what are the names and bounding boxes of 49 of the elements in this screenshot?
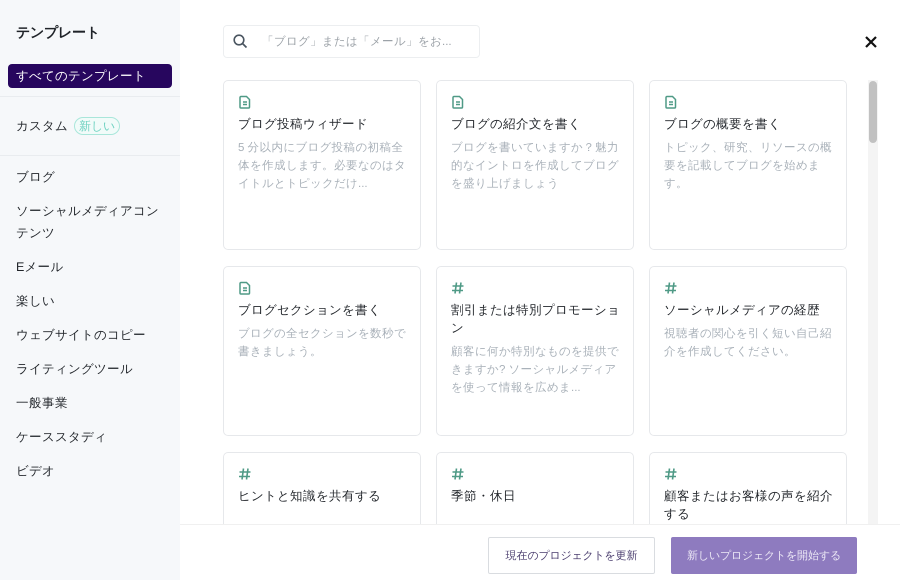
document-icon [238,95,252,109]
template-card[interactable]: ブログの紹介文を書く ブログを書いていますか？魅力的なイントロを作成してブログを盛り上げましょう [436,80,634,250]
sidebar-item[interactable]: ケーススタディ [8,420,172,454]
card-title: ブログの概要を書く [664,116,782,133]
sidebar-item[interactable]: 一般事業 [8,386,172,420]
card-description: トピック、研究、リソースの概要を記載してブログを始めます。 [664,140,833,192]
sidebar-item[interactable]: ソーシャルメディアコンテンツ [8,194,172,250]
card-title: ヒントと知識を共有する [238,488,382,505]
hashtag-icon [664,467,678,481]
document-icon [664,95,678,109]
sidebar-item[interactable]: Eメール [8,250,172,284]
document-icon [451,95,465,109]
search-field[interactable]: 「ブログ」または「メール」をお... [223,25,480,58]
template-card[interactable]: ヒントと知識を共有する [223,452,421,524]
card-description: ブログを書いていますか？魅力的なイントロを作成してブログを盛り上げましょう [451,140,620,192]
sidebar-item[interactable]: すべてのテンプレート [8,64,172,88]
card-title: ブログ投稿ウィザード [238,116,369,133]
template-card[interactable]: ブログの概要を書く トピック、研究、リソースの概要を記載してブログを始めます。 [649,80,847,250]
sidebar-title: テンプレート [15,23,101,42]
new-badge: 新しい [74,117,120,135]
card-description: 顧客に何か特別なものを提供できますか? ソーシャルメディアを使って情報を広めま... [451,344,620,396]
template-card[interactable]: ブログセクションを書く ブログの全セクションを数秒で書きましょう。 [223,266,421,436]
hashtag-icon [664,281,678,295]
template-card[interactable]: 割引または特別プロモーション 顧客に何か特別なものを提供できますか? ソーシャルメディアを使って情報を広めま... [436,266,634,436]
sidebar-item[interactable]: ライティングツール [8,352,172,386]
card-title: ソーシャルメディアの経歴 [664,302,821,319]
card-description: 視聴者の関心を引く短い自己紹介を作成してください。 [664,326,833,360]
hashtag-icon [238,467,252,481]
sidebar-item[interactable]: 楽しい [8,284,172,318]
card-description: ブログの全セクションを数秒で書きましょう。 [238,326,407,360]
update-project-button[interactable]: 現在のプロジェクトを更新 [488,537,655,574]
sidebar-item[interactable]: ブログ [8,160,172,194]
template-card[interactable]: ソーシャルメディアの経歴 視聴者の関心を引く短い自己紹介を作成してください。 [649,266,847,436]
sidebar-item[interactable]: カスタム 新しい [8,109,172,143]
card-title: 顧客またはお客様の声を紹介する [664,488,833,523]
card-title: ブログセクションを書く [238,302,382,319]
card-title: 割引または特別プロモーション [451,302,620,337]
close-icon[interactable] [864,34,878,48]
hashtag-icon [451,467,465,481]
template-card[interactable]: ブログ投稿ウィザード 5 分以内にブログ投稿の初稿全体を作成します。必要なのはタイトルとトピックだけ... [223,80,421,250]
card-description: 5 分以内にブログ投稿の初稿全体を作成します。必要なのはタイトルとトピックだけ... [238,140,407,192]
document-icon [238,281,252,295]
sidebar-item[interactable]: ビデオ [8,454,172,488]
search-icon [233,34,248,49]
scrollbar[interactable] [868,80,878,524]
card-title: 季節・休日 [451,488,517,505]
hashtag-icon [451,281,465,295]
sidebar-item[interactable]: ウェブサイトのコピー [8,318,172,352]
card-title: ブログの紹介文を書く [451,116,582,133]
